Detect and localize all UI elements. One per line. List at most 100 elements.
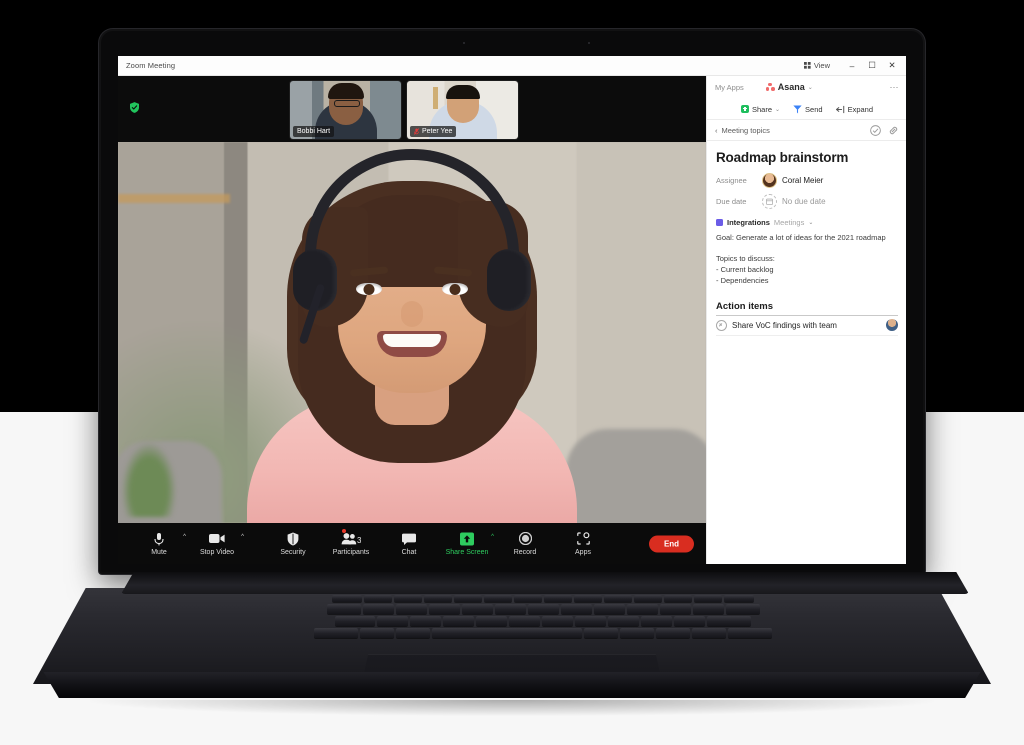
chevron-up-icon[interactable]: ^ bbox=[241, 534, 244, 540]
avatar bbox=[762, 173, 777, 188]
share-screen-button[interactable]: Share Screen ^ bbox=[438, 531, 496, 556]
window-title: Zoom Meeting bbox=[126, 61, 176, 70]
thumbnail-name-tag: Bobbi Hart bbox=[293, 126, 335, 137]
apps-icon bbox=[576, 531, 590, 546]
send-button[interactable]: Send bbox=[793, 105, 823, 114]
stop-video-label: Stop Video bbox=[199, 549, 235, 556]
end-meeting-button[interactable]: End bbox=[649, 535, 694, 552]
background-sofa-right bbox=[566, 429, 706, 523]
chat-bubble-icon bbox=[402, 531, 416, 546]
asana-logo-icon bbox=[765, 82, 775, 92]
security-label: Security bbox=[280, 549, 306, 556]
copy-link-icon[interactable] bbox=[888, 125, 899, 136]
task-description-topics[interactable]: Topics to discuss: - Current backlog - D… bbox=[716, 254, 898, 287]
thumbnail-name-tag: Peter Yee bbox=[410, 126, 457, 137]
chat-label: Chat bbox=[401, 549, 417, 556]
mute-label: Mute bbox=[151, 549, 167, 556]
my-apps-label[interactable]: My Apps bbox=[715, 83, 744, 92]
participants-label: Participants bbox=[332, 549, 370, 556]
send-label: Send bbox=[805, 104, 823, 114]
speaker-nose bbox=[401, 301, 423, 327]
participant-name: Peter Yee bbox=[422, 128, 453, 135]
participant-thumbnail[interactable]: Peter Yee bbox=[407, 81, 518, 139]
camera-icon bbox=[463, 42, 465, 44]
close-button[interactable]: ✕ bbox=[882, 59, 902, 73]
breadcrumb[interactable]: ‹ Meeting topics bbox=[715, 126, 770, 135]
assignee-name: Coral Meier bbox=[782, 176, 824, 185]
chevron-down-icon[interactable]: ⌄ bbox=[808, 84, 813, 91]
back-chevron-icon[interactable]: ‹ bbox=[715, 126, 718, 135]
chevron-down-icon[interactable]: ⌄ bbox=[808, 219, 813, 226]
maximize-button[interactable]: ☐ bbox=[862, 59, 882, 73]
expand-icon bbox=[835, 105, 844, 113]
camera-icon bbox=[209, 531, 225, 546]
window-titlebar: Zoom Meeting View – ☐ ✕ bbox=[118, 56, 906, 76]
project-name: Integrations bbox=[727, 218, 770, 227]
task-title[interactable]: Roadmap brainstorm bbox=[716, 150, 898, 165]
asana-app-name: Asana bbox=[777, 82, 805, 92]
minimize-button[interactable]: – bbox=[842, 59, 862, 73]
laptop-screen: Zoom Meeting View – ☐ ✕ Bobbi Hart Peter… bbox=[118, 56, 906, 564]
asana-brand[interactable]: Asana ⌄ bbox=[765, 82, 813, 92]
encryption-shield-icon[interactable] bbox=[130, 102, 139, 113]
headset-earcup-right bbox=[487, 249, 531, 311]
keyboard[interactable] bbox=[112, 594, 974, 642]
view-label: View bbox=[813, 61, 830, 70]
thumbnail-decor bbox=[433, 87, 438, 109]
assignee-field[interactable]: Assignee Coral Meier bbox=[716, 172, 898, 189]
speaker-eye-left bbox=[356, 283, 382, 295]
video-area: Bobbi Hart Peter Yee Mute ^ Stop Video ^… bbox=[118, 75, 706, 564]
laptop-shadow bbox=[90, 700, 934, 716]
project-tag[interactable]: Integrations Meetings ⌄ bbox=[716, 218, 898, 227]
mute-button[interactable]: Mute ^ bbox=[130, 531, 188, 556]
breadcrumb-label: Meeting topics bbox=[721, 125, 770, 135]
chevron-down-icon[interactable]: ⌄ bbox=[775, 106, 780, 113]
chat-button[interactable]: Chat bbox=[380, 531, 438, 556]
thumbnail-glasses-icon bbox=[333, 100, 360, 107]
thumbnail-person-hair bbox=[327, 83, 364, 99]
overflow-menu-button[interactable]: ⋯ bbox=[890, 82, 900, 93]
asana-action-bar: Share ⌄ Send Expand bbox=[707, 99, 906, 120]
zoom-meeting-window: Bobbi Hart Peter Yee Mute ^ Stop Video ^… bbox=[118, 56, 706, 564]
microphone-icon bbox=[154, 531, 164, 546]
laptop-device: Zoom Meeting View – ☐ ✕ Bobbi Hart Peter… bbox=[0, 0, 1024, 745]
expand-button[interactable]: Expand bbox=[835, 105, 873, 114]
due-date-field[interactable]: Due date No due date bbox=[716, 193, 898, 210]
laptop-front-lip bbox=[43, 672, 981, 698]
speaker-teeth bbox=[383, 334, 441, 347]
project-section: Meetings bbox=[773, 218, 805, 227]
record-button[interactable]: Record bbox=[496, 531, 554, 556]
chevron-up-icon[interactable]: ^ bbox=[491, 534, 494, 540]
security-button[interactable]: Security bbox=[264, 531, 322, 556]
due-date-label: Due date bbox=[716, 197, 747, 206]
participant-thumbnail-strip: Bobbi Hart Peter Yee bbox=[118, 75, 706, 142]
people-icon: 3 bbox=[341, 529, 361, 546]
laptop-base bbox=[33, 572, 991, 704]
project-color-swatch bbox=[716, 219, 723, 226]
list-item[interactable]: Share VoC findings with team bbox=[716, 316, 898, 336]
share-screen-label: Share Screen bbox=[445, 549, 489, 556]
apps-label: Apps bbox=[575, 549, 591, 556]
asana-task-body: Roadmap brainstorm Assignee Coral Meier … bbox=[707, 141, 906, 336]
speaker-eye-right bbox=[442, 283, 468, 295]
stop-video-button[interactable]: Stop Video ^ bbox=[188, 531, 246, 556]
share-button[interactable]: Share ⌄ bbox=[740, 105, 780, 114]
send-icon bbox=[793, 105, 802, 113]
asana-breadcrumb-bar: ‹ Meeting topics bbox=[707, 120, 906, 141]
asana-panel-header: My Apps Asana ⌄ ⋯ bbox=[707, 75, 906, 99]
main-speaker-video[interactable] bbox=[118, 142, 706, 523]
complete-task-icon[interactable] bbox=[870, 124, 881, 136]
background-plant bbox=[122, 443, 176, 517]
chevron-up-icon[interactable]: ^ bbox=[183, 534, 186, 540]
background-shelf bbox=[118, 194, 230, 203]
participants-button[interactable]: 3 Participants bbox=[322, 529, 380, 556]
view-button[interactable]: View bbox=[804, 61, 830, 70]
checkbox-icon[interactable] bbox=[716, 319, 727, 331]
task-description-goal[interactable]: Goal: Generate a lot of ideas for the 20… bbox=[716, 233, 898, 244]
record-icon bbox=[518, 531, 532, 546]
mic-muted-icon bbox=[414, 128, 419, 135]
apps-button[interactable]: Apps bbox=[554, 531, 612, 556]
share-icon bbox=[740, 105, 749, 113]
speaker-mouth bbox=[377, 331, 447, 357]
participant-thumbnail[interactable]: Bobbi Hart bbox=[290, 81, 401, 139]
